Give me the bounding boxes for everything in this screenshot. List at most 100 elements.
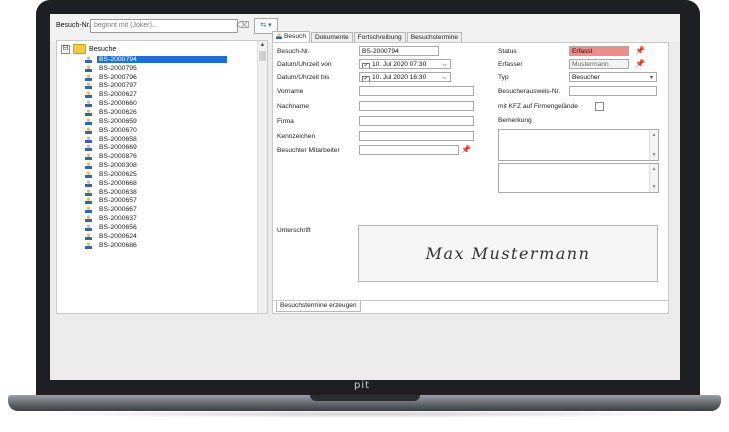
tree-item[interactable]: BS-2000795	[85, 64, 227, 73]
tree-item[interactable]: BS-2000670	[85, 126, 227, 135]
laptop-shadow	[20, 410, 709, 418]
visitor-icon	[85, 206, 92, 214]
tree-item[interactable]: BS-2000797	[85, 82, 227, 91]
tree-item[interactable]: BS-2000667	[85, 205, 227, 214]
pin-icon[interactable]: 📌	[635, 47, 645, 55]
tree-item[interactable]: BS-2000624	[85, 232, 227, 241]
signature-pad[interactable]: Max Mustermann	[358, 225, 658, 282]
tree-items: BS-2000794 BS-2000795 BS-2000796 BS-2000797…	[85, 55, 227, 250]
visitor-icon	[85, 64, 92, 72]
scroll-down-icon: ▼	[651, 184, 657, 190]
visitor-icon	[85, 91, 92, 99]
bemerkung-textarea-1[interactable]: ▲ ▼	[498, 129, 659, 161]
mitarbeiter-field[interactable]	[359, 145, 459, 155]
visitor-icon	[85, 117, 92, 125]
tree-item[interactable]: BS-2000668	[85, 179, 227, 188]
tree-item[interactable]: BS-2000658	[85, 135, 227, 144]
textarea-scrollbar[interactable]: ▲ ▼	[649, 130, 658, 160]
visitor-icon	[85, 100, 92, 108]
von-checkbox[interactable]: ✓	[362, 63, 370, 68]
visitor-icon	[85, 197, 92, 205]
tree-item-label: BS-2000637	[99, 215, 137, 223]
besuch-nr-field[interactable]: BS-2000794	[359, 46, 439, 56]
nachname-field[interactable]	[359, 101, 474, 111]
status-label: Status	[498, 48, 517, 55]
scroll-thumb[interactable]	[259, 51, 266, 61]
tree-item[interactable]: BS-2000669	[85, 143, 227, 152]
tree-item-label: BS-2000794	[97, 55, 227, 63]
tree-item[interactable]: BS-2000876	[85, 152, 227, 161]
mitarbeiter-label: Besuchter Mitarbeiter	[277, 147, 340, 154]
laptop-notch	[310, 395, 420, 401]
chevron-down-icon[interactable]: ⌵	[442, 60, 447, 68]
scroll-up-icon: ▲	[651, 166, 657, 172]
ausweis-label: Besucherausweis-Nr.	[498, 88, 561, 95]
tree-item-label: BS-2000308	[99, 162, 137, 170]
folder-icon	[73, 44, 86, 54]
bis-datetime[interactable]: ✓ 10. Jul 2020 16:30 ⌵	[359, 72, 451, 82]
bis-label: Datum/Uhrzeit bis	[277, 74, 330, 81]
visitor-icon	[85, 223, 92, 231]
create-appointments-button[interactable]: Besuchstermine erzeugen	[276, 301, 361, 312]
tree-scrollbar[interactable]: ▲	[257, 41, 267, 313]
erfasser-field: Mustermann	[569, 59, 629, 69]
kfz-checkbox[interactable]	[595, 102, 604, 111]
scroll-up-icon[interactable]: ▲	[258, 41, 267, 50]
nachname-label: Nachname	[277, 103, 309, 110]
scroll-up-icon: ▲	[651, 132, 657, 138]
search-input[interactable]: beginnt mit (Joker)...	[90, 19, 238, 33]
von-label: Datum/Uhrzeit von	[277, 61, 332, 68]
status-field[interactable]: Erfasst	[569, 46, 629, 56]
pin-icon[interactable]: 📌	[461, 146, 471, 154]
visitor-icon	[85, 162, 92, 170]
typ-select[interactable]: Besucher ▾	[569, 72, 657, 82]
eraser-icon[interactable]: ⌫	[236, 19, 250, 32]
tree-item-label: BS-2000686	[99, 241, 137, 249]
kennzeichen-label: Kennzeichen	[277, 133, 316, 140]
tree-item-label: BS-2000626	[99, 108, 137, 116]
pin-icon: 📌	[635, 59, 645, 68]
dropdown-arrow-icon[interactable]: ▾	[650, 73, 653, 81]
tree-item[interactable]: BS-2000796	[85, 73, 227, 82]
tree-item[interactable]: BS-2000627	[85, 90, 227, 99]
tree-item[interactable]: BS-2000638	[85, 188, 227, 197]
tree-root-label: Besuche	[89, 45, 117, 53]
collapse-icon[interactable]: ⊟	[61, 44, 70, 54]
vorname-field[interactable]	[359, 86, 474, 96]
tree-root[interactable]: ⊟ Besuche	[61, 44, 116, 54]
tree-item[interactable]: BS-2000794	[85, 55, 227, 64]
tree-item[interactable]: BS-2000637	[85, 214, 227, 223]
visitor-icon	[85, 188, 92, 196]
bezel-logo: pit	[353, 380, 371, 391]
besuch-nr-label: Besuch-Nr.	[277, 48, 310, 55]
tree-item-label: BS-2000667	[99, 206, 137, 214]
chevron-down-icon[interactable]: ⌵	[442, 73, 447, 81]
tree-item-label: BS-2000625	[99, 170, 137, 178]
vorname-label: Vorname	[277, 88, 304, 95]
tree-item[interactable]: BS-2000656	[85, 223, 227, 232]
tree-item[interactable]: BS-2000308	[85, 161, 227, 170]
visitor-icon	[85, 153, 92, 161]
tree-item-label: BS-2000656	[99, 223, 137, 231]
tree-item[interactable]: BS-2000625	[85, 170, 227, 179]
bemerkung-textarea-2[interactable]: ▲ ▼	[498, 163, 659, 193]
tree-item-label: BS-2000659	[99, 117, 137, 125]
tree-item-label: BS-2000638	[99, 188, 137, 196]
visitor-icon	[276, 33, 282, 39]
tree-item[interactable]: BS-2000626	[85, 108, 227, 117]
tree-item-label: BS-2000660	[99, 100, 137, 108]
von-datetime[interactable]: ✓ 10. Jul 2020 07:30 ⌵	[359, 59, 451, 69]
tree-item[interactable]: BS-2000659	[85, 117, 227, 126]
tree-item[interactable]: BS-2000657	[85, 197, 227, 206]
bis-checkbox[interactable]: ✓	[362, 76, 370, 81]
ausweis-field[interactable]	[569, 86, 657, 96]
erfasser-label: Erfasser	[498, 61, 523, 68]
search-label: Besuch-Nr.	[56, 22, 91, 29]
kennzeichen-field[interactable]	[359, 131, 474, 141]
textarea-scrollbar[interactable]: ▲ ▼	[649, 164, 658, 192]
visitor-icon	[85, 179, 92, 187]
tree-item[interactable]: BS-2000686	[85, 241, 227, 250]
tree-item-label: BS-2000797	[99, 82, 137, 90]
firma-field[interactable]	[359, 116, 474, 126]
tree-item[interactable]: BS-2000660	[85, 99, 227, 108]
